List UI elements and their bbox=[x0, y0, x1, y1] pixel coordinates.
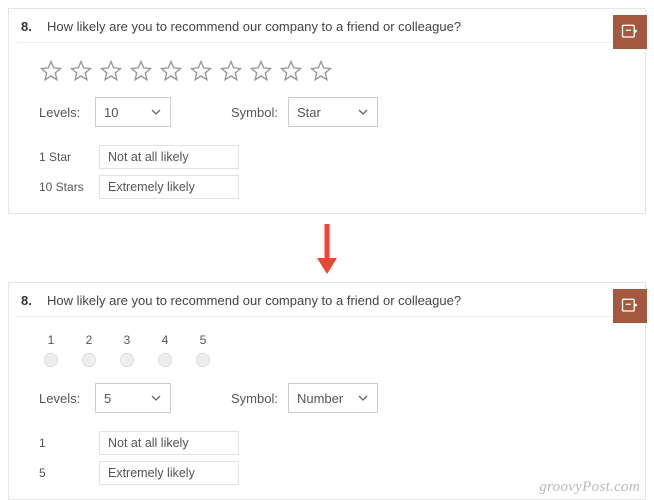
radio-icon bbox=[120, 353, 134, 367]
star-icon[interactable] bbox=[189, 59, 213, 83]
levels-dropdown[interactable]: 5 bbox=[95, 383, 171, 413]
number-rating-preview: 1 2 3 4 5 bbox=[17, 329, 637, 383]
legend-high-row: 10 Stars Extremely likely bbox=[39, 175, 615, 199]
number-label: 2 bbox=[86, 333, 93, 347]
star-icon[interactable] bbox=[309, 59, 333, 83]
star-rating-preview bbox=[17, 55, 637, 97]
legend-high-input[interactable]: Extremely likely bbox=[99, 461, 239, 485]
branching-icon bbox=[620, 296, 640, 316]
symbol-value: Star bbox=[297, 105, 321, 120]
number-label: 1 bbox=[48, 333, 55, 347]
symbol-dropdown[interactable]: Star bbox=[288, 97, 378, 127]
number-label: 4 bbox=[162, 333, 169, 347]
branching-button[interactable] bbox=[613, 289, 647, 323]
star-icon[interactable] bbox=[69, 59, 93, 83]
radio-icon bbox=[196, 353, 210, 367]
levels-label: Levels: bbox=[39, 391, 85, 406]
rating-controls: Levels: 5 Symbol: Number bbox=[17, 383, 637, 431]
arrow-down-icon bbox=[313, 222, 341, 276]
number-option[interactable]: 1 bbox=[39, 333, 63, 367]
transition-arrow bbox=[8, 214, 646, 282]
number-label: 3 bbox=[124, 333, 131, 347]
rating-controls: Levels: 10 Symbol: Star bbox=[17, 97, 637, 145]
number-label: 5 bbox=[200, 333, 207, 347]
chevron-down-icon bbox=[357, 106, 369, 118]
star-icon[interactable] bbox=[279, 59, 303, 83]
number-option[interactable]: 5 bbox=[191, 333, 215, 367]
branching-icon bbox=[620, 22, 640, 42]
legend-high-key: 5 bbox=[39, 466, 91, 480]
levels-value: 10 bbox=[104, 105, 118, 120]
levels-dropdown[interactable]: 10 bbox=[95, 97, 171, 127]
star-icon[interactable] bbox=[249, 59, 273, 83]
symbol-label: Symbol: bbox=[231, 391, 278, 406]
legend-low-input[interactable]: Not at all likely bbox=[99, 145, 239, 169]
star-icon[interactable] bbox=[129, 59, 153, 83]
symbol-label: Symbol: bbox=[231, 105, 278, 120]
star-icon[interactable] bbox=[219, 59, 243, 83]
number-option[interactable]: 2 bbox=[77, 333, 101, 367]
radio-icon bbox=[44, 353, 58, 367]
question-header: 8. How likely are you to recommend our c… bbox=[17, 11, 637, 43]
levels-label: Levels: bbox=[39, 105, 85, 120]
star-icon[interactable] bbox=[39, 59, 63, 83]
rating-question-card-number: 8. How likely are you to recommend our c… bbox=[8, 282, 646, 500]
legend-high-input[interactable]: Extremely likely bbox=[99, 175, 239, 199]
rating-legend: 1 Not at all likely 5 Extremely likely bbox=[17, 431, 637, 485]
chevron-down-icon bbox=[150, 392, 162, 404]
branching-button[interactable] bbox=[613, 15, 647, 49]
star-icon[interactable] bbox=[159, 59, 183, 83]
legend-low-row: 1 Not at all likely bbox=[39, 431, 615, 455]
legend-low-key: 1 Star bbox=[39, 150, 91, 164]
legend-high-row: 5 Extremely likely bbox=[39, 461, 615, 485]
question-number: 8. bbox=[21, 293, 43, 308]
rating-question-card-star: 8. How likely are you to recommend our c… bbox=[8, 8, 646, 214]
chevron-down-icon bbox=[357, 392, 369, 404]
legend-low-row: 1 Star Not at all likely bbox=[39, 145, 615, 169]
levels-value: 5 bbox=[104, 391, 111, 406]
question-text-input[interactable]: How likely are you to recommend our comp… bbox=[43, 17, 633, 36]
question-number: 8. bbox=[21, 19, 43, 34]
symbol-dropdown[interactable]: Number bbox=[288, 383, 378, 413]
rating-legend: 1 Star Not at all likely 10 Stars Extrem… bbox=[17, 145, 637, 199]
question-header: 8. How likely are you to recommend our c… bbox=[17, 285, 637, 317]
chevron-down-icon bbox=[150, 106, 162, 118]
legend-low-input[interactable]: Not at all likely bbox=[99, 431, 239, 455]
question-text-input[interactable]: How likely are you to recommend our comp… bbox=[43, 291, 633, 310]
number-option[interactable]: 4 bbox=[153, 333, 177, 367]
radio-icon bbox=[158, 353, 172, 367]
legend-high-key: 10 Stars bbox=[39, 180, 91, 194]
symbol-value: Number bbox=[297, 391, 343, 406]
radio-icon bbox=[82, 353, 96, 367]
star-icon[interactable] bbox=[99, 59, 123, 83]
legend-low-key: 1 bbox=[39, 436, 91, 450]
number-option[interactable]: 3 bbox=[115, 333, 139, 367]
